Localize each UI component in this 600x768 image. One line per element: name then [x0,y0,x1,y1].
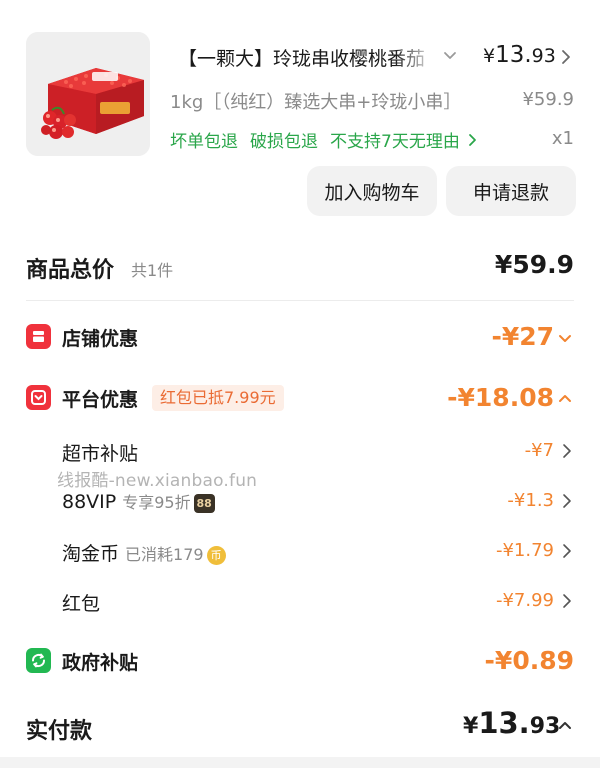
red-packet-amount: -¥7.99 [495,590,554,611]
vip-88-icon: 88 [193,494,215,513]
chevron-up-icon[interactable] [556,389,574,407]
government-subsidy-amount: -¥0.89 [484,646,574,675]
service-tag: 破损包退 [250,132,318,152]
coin-icon: 币 [206,546,226,565]
actual-payment-label: 实付款 [26,719,93,744]
vip-discount-label: 88VIP 专享95折 88 [62,489,215,513]
chevron-right-icon[interactable] [560,592,574,610]
price-decimal: 93 [531,45,556,67]
platform-gift-icon [26,385,51,410]
store-icon [26,324,51,349]
red-packet-label: 红包 [62,593,101,615]
currency-symbol: ¥ [483,45,496,67]
divider [26,300,574,301]
total-label: 商品总价 [26,258,115,283]
supermarket-subsidy-label: 超市补贴 [62,443,139,465]
actual-payment-amount: ¥13.93 [463,706,560,740]
vip-discount-amount: -¥1.3 [507,490,554,511]
price-integer: 13. [495,42,532,68]
currency-symbol: ¥ [463,714,479,739]
store-discount-amount: -¥27 [491,322,554,351]
chevron-right-icon[interactable] [560,542,574,560]
chevron-down-icon[interactable] [556,329,574,347]
product-image[interactable] [26,32,150,156]
government-subsidy-icon [26,648,51,673]
watermark-text: 线报酷-new.xianbao.fun [57,471,258,491]
red-packet-tag: 红包已抵7.99元 [152,385,284,411]
taojinbi-amount: -¥1.79 [495,540,554,561]
chevron-right-icon[interactable] [560,492,574,510]
chevron-right-icon[interactable] [560,442,574,460]
taojinbi-note: 已消耗179 [125,545,204,564]
original-price: ¥59.9 [522,89,574,110]
quantity: x1 [551,128,574,149]
platform-discount-amount: -¥18.08 [447,383,554,412]
price-integer: 13. [478,706,530,740]
refund-button[interactable]: 申请退款 [446,166,576,216]
service-tag: 坏单包退 [170,132,238,152]
platform-discount-label: 平台优惠 [62,389,139,411]
item-count: 共1件 [131,261,174,280]
chevron-up-icon[interactable] [556,716,574,734]
supermarket-subsidy-amount: -¥7 [524,440,554,461]
store-discount-label: 店铺优惠 [62,328,139,350]
total-price: ¥59.9 [494,250,574,279]
service-tag: 不支持7天无理由 [330,132,460,152]
taojinbi-text: 淘金币 [62,543,120,565]
chevron-right-icon[interactable] [559,48,573,66]
product-spec: 1kg［（纯红）臻选大串+玲珑小串］ [170,92,462,113]
service-tags[interactable]: 坏单包退 破损包退 不支持7天无理由 [170,127,480,152]
government-subsidy-label: 政府补贴 [62,652,139,674]
product-card: 【一颗大】玲珑串收樱桃番茄 ¥13.93 1kg［（纯红）臻选大串+玲珑小串］ … [0,0,600,240]
vip-note: 专享95折 [122,493,191,512]
chevron-down-icon[interactable] [441,46,459,64]
bottom-separator [0,757,600,768]
product-price: ¥13.93 [483,42,556,68]
tomato-gift-box-image [26,32,150,156]
vip-label: 88VIP [62,491,117,513]
add-to-cart-button[interactable]: 加入购物车 [307,166,437,216]
chevron-right-icon [468,133,476,146]
taojinbi-label: 淘金币 已消耗179 币 [62,539,226,566]
product-title[interactable]: 【一颗大】玲珑串收樱桃番茄 [178,44,436,71]
